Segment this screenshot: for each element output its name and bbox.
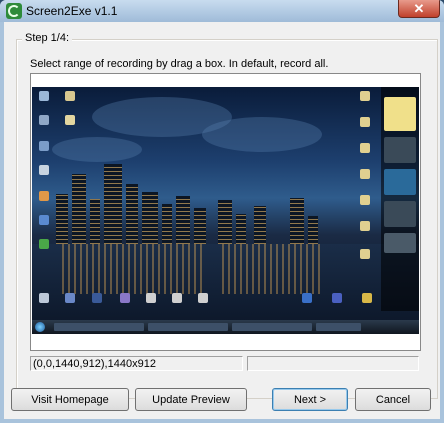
desktop-icon [360,143,370,153]
start-orb-icon [35,322,45,332]
desktop-icon [360,117,370,127]
desktop-icon [120,293,130,303]
desktop-icon [39,293,49,303]
desktop-icon [65,293,75,303]
desktop-icon [360,169,370,179]
app-window: Screen2Exe v1.1 ✕ Step 1/4: Select range… [0,0,444,423]
visit-homepage-button[interactable]: Visit Homepage [11,388,129,411]
dialog-client-area: Step 1/4: Select range of recording by d… [4,22,440,419]
desktop-icon [65,91,75,101]
desktop-icon [39,115,49,125]
recording-range-selector[interactable] [30,73,421,351]
desktop-preview-image[interactable] [32,87,419,334]
desktop-icon [92,293,102,303]
desktop-icon [198,293,208,303]
desktop-icon [39,215,49,225]
desktop-icon [360,91,370,101]
desktop-icon [332,293,342,303]
desktop-icon [39,165,49,175]
next-button[interactable]: Next > [272,388,348,411]
title-bar[interactable]: Screen2Exe v1.1 ✕ [0,0,444,22]
desktop-icon [39,141,49,151]
gadget-cpu-meter [384,137,416,163]
gadget-weather [384,233,416,253]
gadget-sticky-note [384,97,416,131]
desktop-icon [39,191,49,201]
desktop-icon [360,221,370,231]
desktop-icon [65,115,75,125]
recording-range-status: (0,0,1440,912),1440x912 [30,356,243,371]
gadget-slideshow [384,169,416,195]
desktop-icon [360,249,370,259]
desktop-icon [362,293,372,303]
update-preview-button[interactable]: Update Preview [135,388,247,411]
gadget-calendar [384,201,416,227]
status-bar: (0,0,1440,912),1440x912 [30,356,419,372]
desktop-icon [360,195,370,205]
desktop-icon [39,91,49,101]
secondary-status [247,356,419,371]
desktop-icon [172,293,182,303]
window-title: Screen2Exe v1.1 [26,4,118,18]
close-button[interactable]: ✕ [398,0,440,18]
desktop-icon [146,293,156,303]
instruction-text: Select range of recording by drag a box.… [30,58,329,70]
desktop-icon [39,239,49,249]
desktop-gadget-sidebar [381,87,419,311]
step-label: Step 1/4: [22,32,73,44]
screen2exe-icon [6,3,22,19]
desktop-icon [302,293,312,303]
desktop-taskbar [32,320,419,334]
cancel-button[interactable]: Cancel [355,388,431,411]
